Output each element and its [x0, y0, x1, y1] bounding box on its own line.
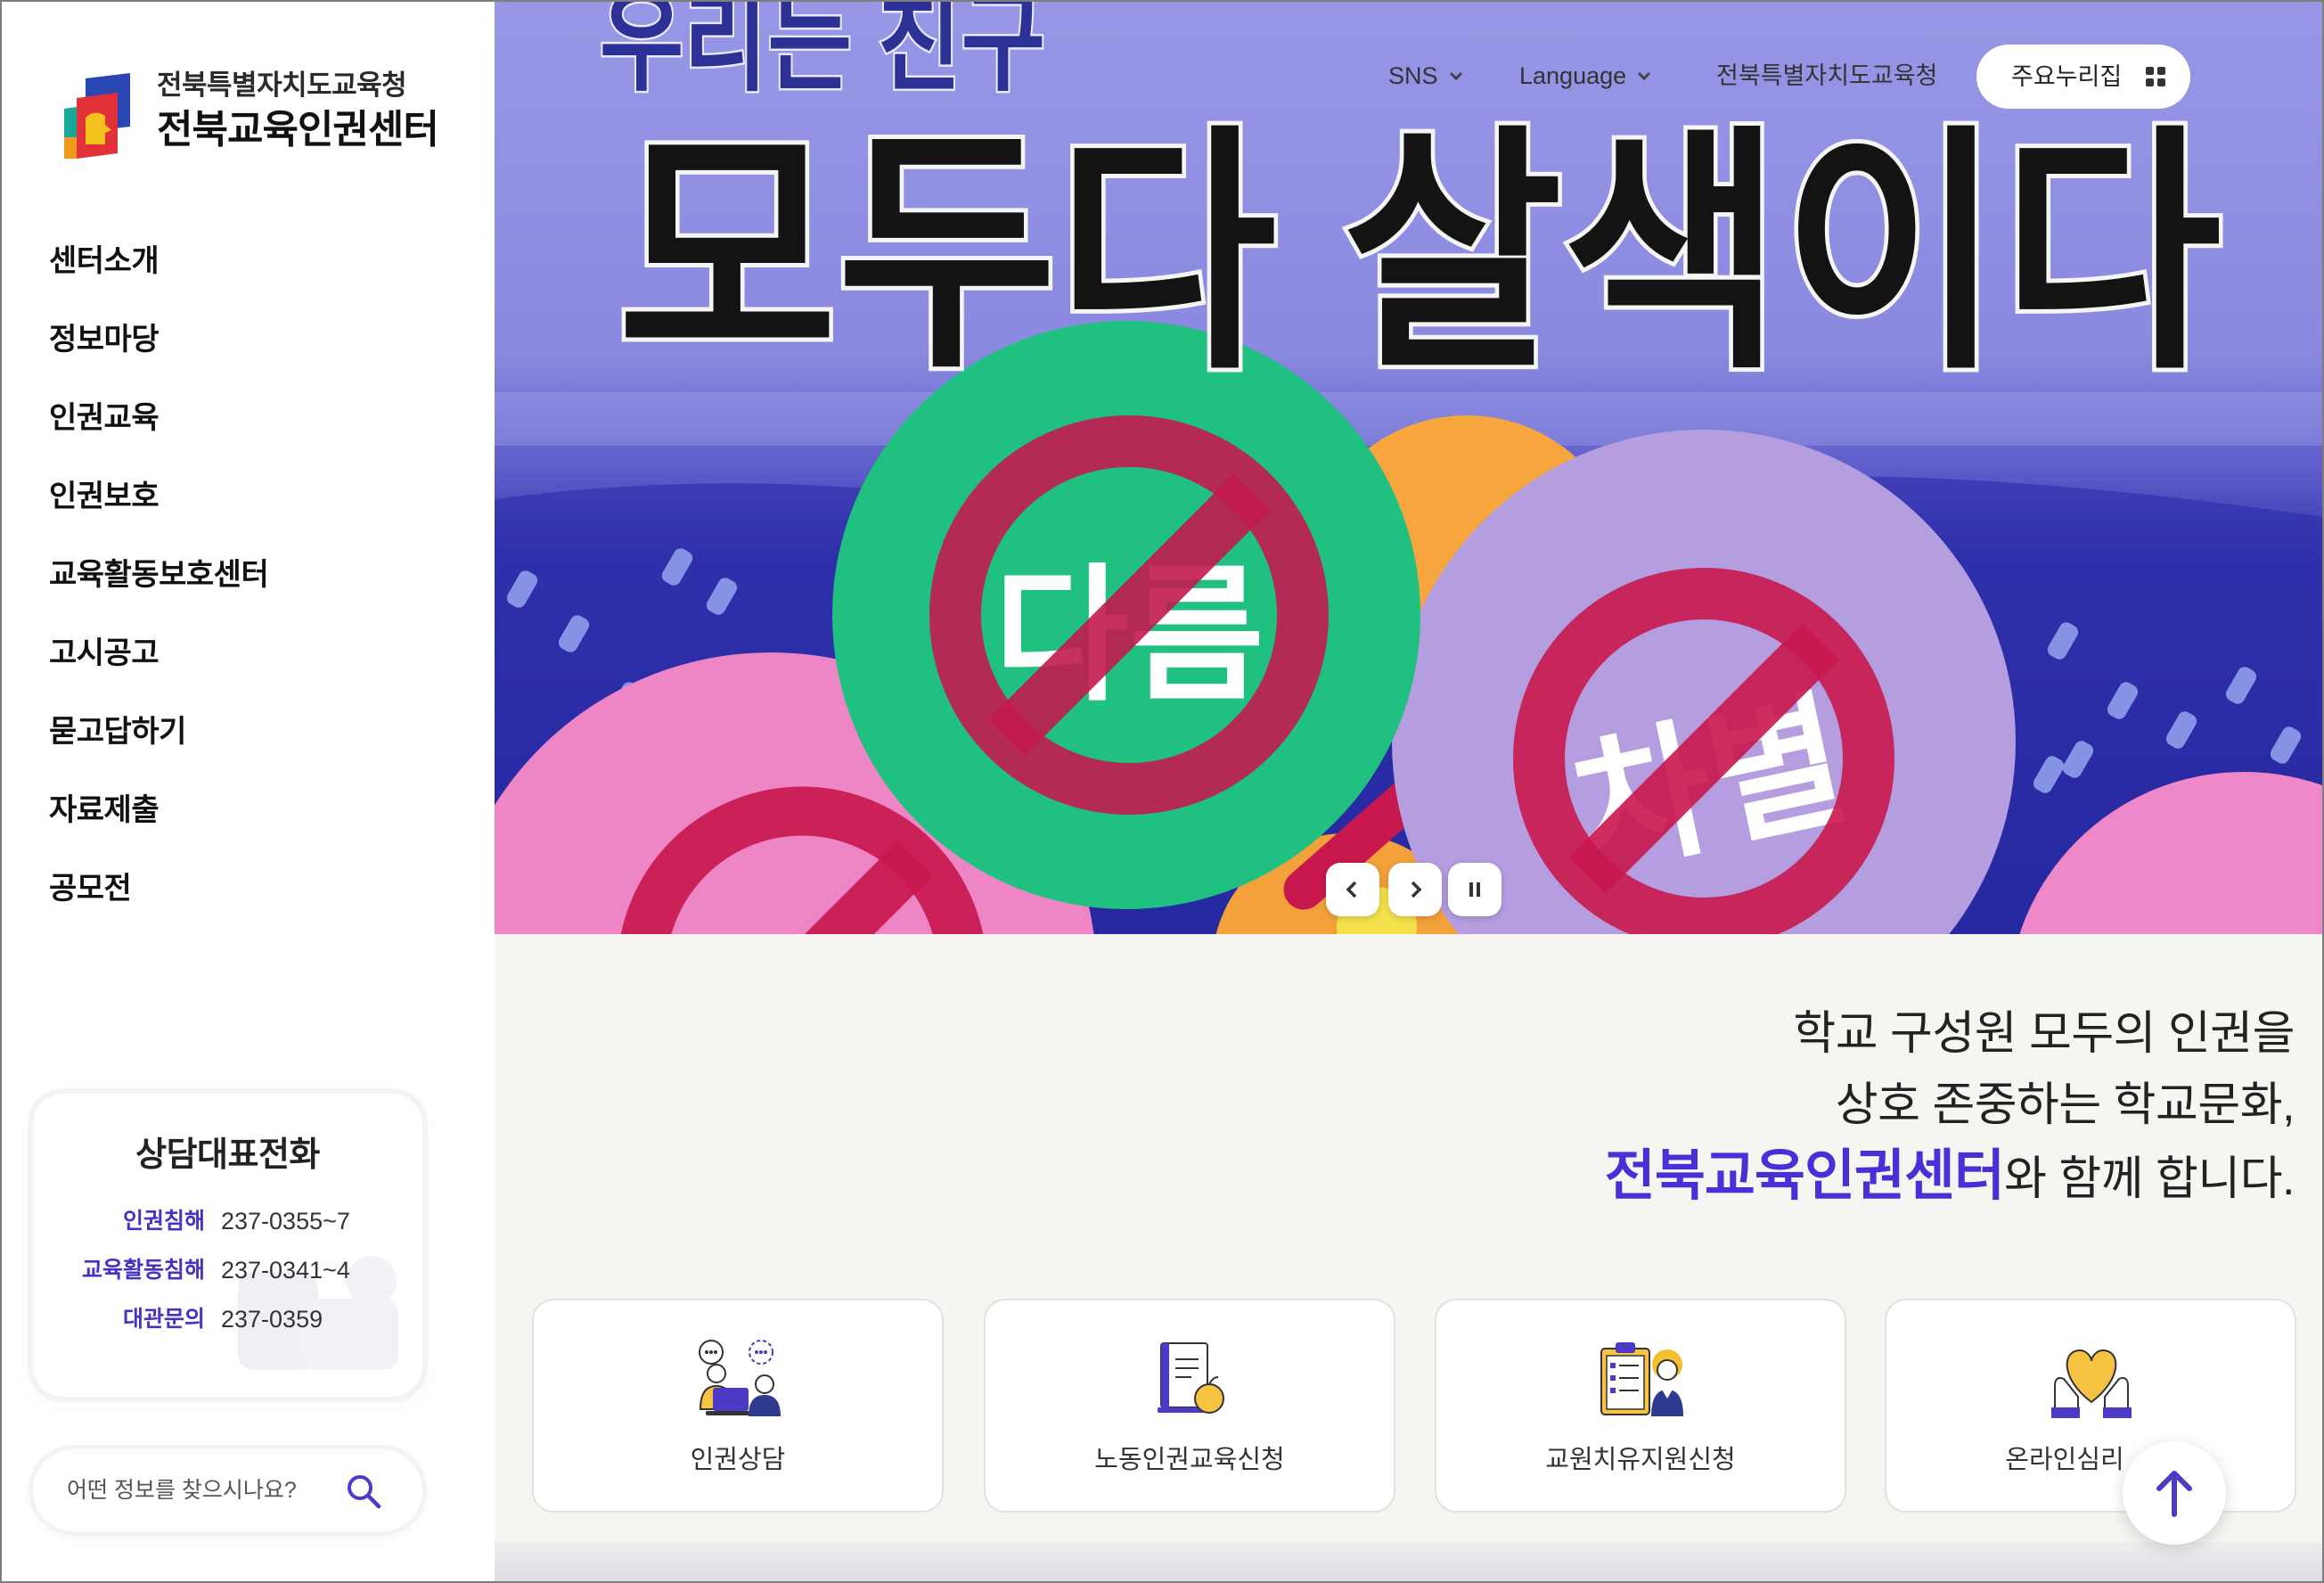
- consult-label: 인권침해: [122, 1209, 205, 1234]
- tagline-line-2: 상호 존중하는 학교문화,: [1835, 1079, 2295, 1131]
- pause-icon: [1469, 882, 1480, 897]
- logo-center-name: 전북교육인권센터: [157, 108, 439, 152]
- consultation-phone-box: 상담대표전화 인권침해 237-0355~7 교육활동침해 237-0341~4…: [33, 1094, 422, 1397]
- consult-phone[interactable]: 237-0359: [221, 1300, 323, 1339]
- nav-item-rights-protection[interactable]: 인권보호: [49, 457, 268, 536]
- quick-link-label: 온라인심리: [2005, 1446, 2124, 1474]
- quick-link-label: 인권상담: [690, 1446, 786, 1474]
- quick-link-label: 교원치유지원신청: [1545, 1446, 1736, 1474]
- heart-in-hands-icon: [2051, 1349, 2132, 1418]
- consult-phone[interactable]: 237-0355~7: [221, 1202, 350, 1241]
- quick-link-counseling[interactable]: 인권상담: [532, 1299, 944, 1513]
- language-label: Language: [1519, 62, 1627, 89]
- slide-prev-button[interactable]: [1326, 863, 1379, 916]
- nav-item-rights-education[interactable]: 인권교육: [49, 379, 268, 457]
- counseling-icon: [699, 1340, 781, 1416]
- scroll-to-top-button[interactable]: [2123, 1441, 2226, 1545]
- nav-item-qna[interactable]: 묻고답하기: [49, 693, 268, 771]
- quick-link-teacher-care[interactable]: 교원치유지원신청: [1435, 1299, 1846, 1513]
- consult-label: 교육활동침해: [81, 1258, 205, 1283]
- sns-dropdown[interactable]: SNS: [1388, 60, 1463, 92]
- chevron-right-icon: [1411, 881, 1422, 898]
- office-link[interactable]: 전북특별자치도교육청: [1716, 60, 1937, 92]
- main-sites-label: 주요누리집: [2011, 63, 2123, 90]
- quick-link-online-psychology[interactable]: 온라인심리: [1885, 1299, 2296, 1513]
- grid-icon: [2146, 67, 2165, 86]
- nav-item-submission[interactable]: 자료제출: [49, 771, 268, 849]
- sidebar: 전북특별자치도교육청 전북교육인권센터 센터소개 정보마당 인권교육 인권보호 …: [0, 0, 495, 1583]
- tagline-highlight: 전북교육인권센터: [1604, 1145, 2005, 1207]
- mission-tagline: 학교 구성원 모두의 인권을 상호 존중하는 학교문화, 전북교육인권센터와 함…: [1605, 998, 2295, 1212]
- consult-phone[interactable]: 237-0341~4: [221, 1251, 350, 1290]
- consult-row[interactable]: 인권침해 237-0355~7: [33, 1202, 422, 1241]
- hero-slide[interactable]: 다름 차별 우리는 친구 모두다 살색이다: [495, 0, 2324, 934]
- slide-next-button[interactable]: [1388, 863, 1442, 916]
- nav-item-contest[interactable]: 공모전: [49, 849, 268, 928]
- hero-painting: 다름 차별 우리는 친구 모두다 살색이다: [495, 0, 2324, 934]
- hero-headline: 모두다 살색이다: [618, 110, 2222, 398]
- clipboard-teacher-icon: [1600, 1342, 1683, 1416]
- language-dropdown[interactable]: Language: [1519, 60, 1651, 92]
- search-icon[interactable]: [345, 1472, 382, 1510]
- quick-link-labor-education[interactable]: 노동인권교육신청: [984, 1299, 1395, 1513]
- document-apple-icon: [1158, 1342, 1224, 1414]
- main-sites-button[interactable]: 주요누리집: [1976, 45, 2190, 109]
- search-box: [33, 1449, 422, 1531]
- site-logo[interactable]: 전북특별자치도교육청 전북교육인권센터: [64, 70, 465, 162]
- arrow-up-icon: [2156, 1471, 2192, 1517]
- hero-subheadline: 우리는 친구: [600, 0, 1045, 104]
- nav-item-teaching-protection-center[interactable]: 교육활동보호센터: [49, 536, 269, 614]
- nav-item-center-intro[interactable]: 센터소개: [49, 222, 268, 300]
- center-logo-icon: [64, 73, 130, 159]
- main-nav: 센터소개 정보마당 인권교육 인권보호 교육활동보호센터 고시공고 묻고답하기 …: [49, 222, 269, 928]
- logo-org-name: 전북특별자치도교육청: [157, 70, 407, 101]
- chevron-down-icon: [1638, 71, 1651, 80]
- slide-pause-button[interactable]: [1448, 863, 1502, 916]
- consultation-title: 상담대표전화: [135, 1136, 320, 1174]
- search-input[interactable]: [67, 1449, 334, 1531]
- tagline-line-1: 학교 구성원 모두의 인권을: [1793, 1008, 2295, 1060]
- consult-label: 대관문의: [122, 1307, 205, 1332]
- quick-link-label: 노동인권교육신청: [1094, 1446, 1285, 1474]
- consult-row[interactable]: 대관문의 237-0359: [33, 1300, 422, 1339]
- next-section-edge: [495, 1542, 2324, 1583]
- tagline-line-3: 전북교육인권센터와 함께 합니다.: [1605, 1141, 2295, 1212]
- consult-row[interactable]: 교육활동침해 237-0341~4: [33, 1251, 422, 1290]
- tagline-line-3-rest: 와 함께 합니다.: [2004, 1153, 2295, 1205]
- nav-item-info[interactable]: 정보마당: [49, 300, 268, 379]
- chevron-down-icon: [1449, 71, 1462, 80]
- nav-item-notices[interactable]: 고시공고: [49, 614, 268, 693]
- chevron-left-icon: [1346, 881, 1357, 898]
- sns-label: SNS: [1388, 62, 1438, 89]
